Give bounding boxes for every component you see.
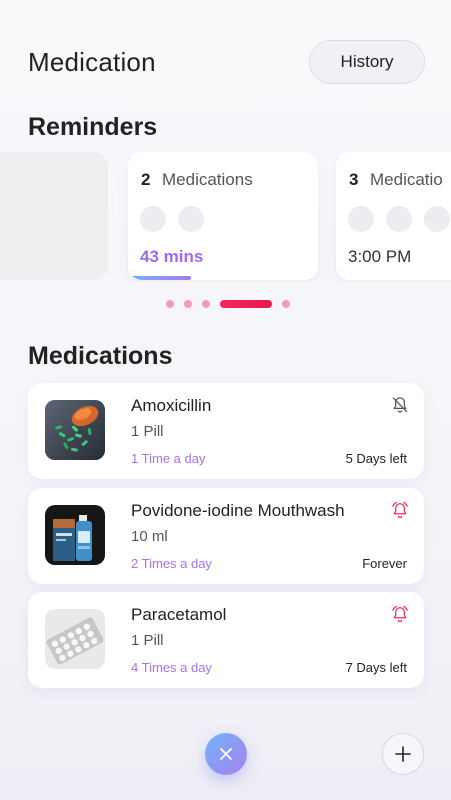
bell-off-icon[interactable]	[390, 395, 410, 415]
medication-frequency: 1 Time a day	[131, 451, 206, 466]
reminder-card-label: Medications	[162, 170, 253, 189]
medications-title: Medications	[28, 342, 173, 370]
reminder-card-count: 2	[141, 170, 151, 189]
medication-remaining: Forever	[362, 556, 407, 571]
reminders-title: Reminders	[28, 113, 158, 141]
medication-card[interactable]: Amoxicillin 1 Pill 1 Time a day 5 Days l…	[28, 383, 424, 479]
bell-alarm-icon[interactable]	[390, 500, 410, 520]
medication-card[interactable]: Povidone-iodine Mouthwash 10 ml 2 Times …	[28, 488, 424, 584]
medication-avatar	[386, 206, 412, 232]
add-medication-button[interactable]	[382, 733, 424, 775]
pager-dot[interactable]	[166, 300, 174, 308]
header: Medication History	[28, 40, 425, 84]
close-icon	[220, 748, 232, 760]
medication-frequency: 4 Times a day	[131, 660, 212, 675]
carousel-pager[interactable]	[166, 300, 290, 308]
medication-name: Paracetamol	[131, 605, 227, 624]
reminder-card-label: Medicatio	[370, 170, 443, 189]
medication-avatar	[178, 206, 204, 232]
history-button[interactable]: History	[309, 40, 425, 84]
medication-dose: 10 ml	[131, 528, 168, 545]
medication-frequency: 2 Times a day	[131, 556, 212, 571]
reminder-card[interactable]: 2 Medications 43 mins	[128, 152, 318, 280]
close-button[interactable]	[205, 733, 247, 775]
pager-dot-active[interactable]	[220, 300, 272, 308]
medication-remaining: 5 Days left	[345, 451, 407, 466]
medication-avatar	[140, 206, 166, 232]
medication-avatar	[424, 206, 450, 232]
reminder-card-count: 3	[349, 170, 359, 189]
medication-dose: 1 Pill	[131, 632, 164, 649]
reminder-card[interactable]: 3 Medicatio 3:00 PM	[336, 152, 451, 280]
medication-dose: 1 Pill	[131, 423, 164, 440]
medication-image	[45, 505, 105, 565]
medication-image	[45, 400, 105, 460]
reminder-card-countdown: 43 mins	[140, 247, 204, 266]
reminder-card[interactable]: ations M	[0, 152, 108, 280]
medication-name: Amoxicillin	[131, 396, 212, 415]
medication-avatars	[140, 206, 204, 232]
page-title: Medication	[28, 46, 156, 77]
pager-dot[interactable]	[184, 300, 192, 308]
pager-dot[interactable]	[202, 300, 210, 308]
reminder-progress-bar	[128, 276, 191, 280]
plus-icon	[395, 746, 411, 762]
medication-remaining: 7 Days left	[345, 660, 407, 675]
medication-name: Povidone-iodine Mouthwash	[131, 501, 345, 520]
medication-avatars	[348, 206, 450, 232]
pager-dot[interactable]	[282, 300, 290, 308]
bell-alarm-icon[interactable]	[390, 604, 410, 624]
medication-image	[45, 609, 105, 669]
reminder-card-time: 3:00 PM	[348, 247, 412, 266]
medication-card[interactable]: Paracetamol 1 Pill 4 Times a day 7 Days …	[28, 592, 424, 688]
medication-avatar	[348, 206, 374, 232]
reminders-carousel[interactable]: ations M 2 Medications 43 mins 3 Medicat…	[0, 152, 451, 282]
